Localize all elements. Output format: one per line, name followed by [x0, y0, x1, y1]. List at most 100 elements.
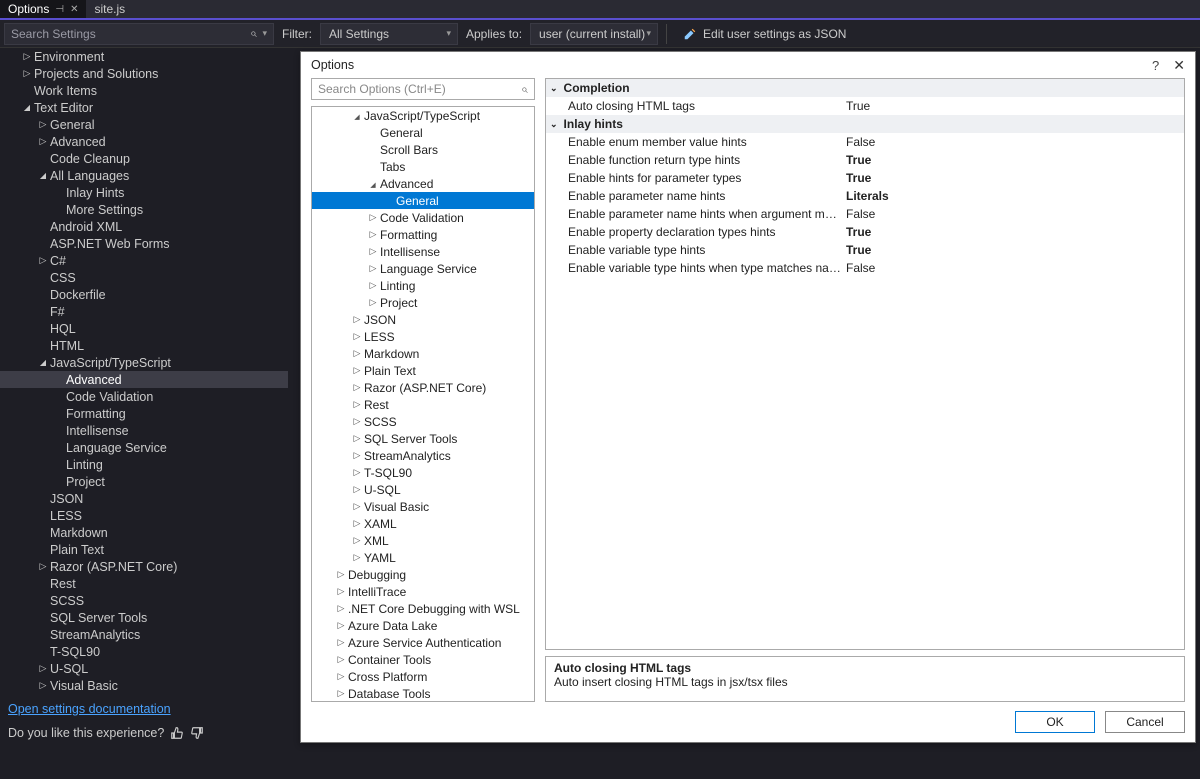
property-value[interactable]: False	[842, 261, 1184, 275]
expand-icon[interactable]	[352, 331, 362, 342]
options-tree-item[interactable]: JavaScript/TypeScript	[312, 107, 534, 124]
expand-icon[interactable]	[352, 467, 362, 478]
expand-icon[interactable]	[336, 637, 346, 648]
tree-item[interactable]: Linting	[0, 456, 288, 473]
tree-item[interactable]: StreamAnalytics	[0, 626, 288, 643]
tree-item[interactable]: Advanced	[0, 371, 288, 388]
options-tree-item[interactable]: .NET Core Debugging with WSL	[312, 600, 534, 617]
expand-icon[interactable]	[336, 620, 346, 631]
options-tree-item[interactable]: Rest	[312, 396, 534, 413]
tree-item[interactable]: Dockerfile	[0, 286, 288, 303]
property-row[interactable]: Enable parameter name hints when argumen…	[546, 205, 1184, 223]
options-tree-item[interactable]: Linting	[312, 277, 534, 294]
property-row[interactable]: Enable function return type hintsTrue	[546, 151, 1184, 169]
tree-item[interactable]: Environment	[0, 48, 288, 65]
options-search[interactable]: ⌕	[311, 78, 535, 100]
options-tree-item[interactable]: Razor (ASP.NET Core)	[312, 379, 534, 396]
expand-icon[interactable]	[368, 179, 378, 189]
expand-icon[interactable]	[368, 229, 378, 240]
applies-dropdown[interactable]: user (current install) ▾	[530, 23, 658, 45]
expand-icon[interactable]	[38, 136, 48, 147]
expand-icon[interactable]	[352, 518, 362, 529]
tree-item[interactable]: U-SQL	[0, 660, 288, 677]
property-value[interactable]: True	[842, 153, 1184, 167]
expand-icon[interactable]	[368, 263, 378, 274]
search-settings[interactable]: ⌕ ▾	[4, 23, 274, 45]
expand-icon[interactable]	[352, 535, 362, 546]
expand-icon[interactable]	[38, 170, 48, 181]
expand-icon[interactable]	[336, 654, 346, 665]
options-tree-item[interactable]: General	[312, 192, 534, 209]
options-tree-item[interactable]: Tabs	[312, 158, 534, 175]
thumbs-down-icon[interactable]	[190, 726, 204, 740]
options-tree-item[interactable]: Language Service	[312, 260, 534, 277]
options-tree-item[interactable]: Azure Data Lake	[312, 617, 534, 634]
property-value[interactable]: False	[842, 135, 1184, 149]
property-value[interactable]: False	[842, 207, 1184, 221]
tree-item[interactable]: Work Items	[0, 82, 288, 99]
expand-icon[interactable]	[38, 357, 48, 368]
docs-link[interactable]: Open settings documentation	[8, 702, 280, 716]
tree-item[interactable]: SCSS	[0, 592, 288, 609]
property-value[interactable]: True	[842, 99, 1184, 113]
options-tree-item[interactable]: IntelliTrace	[312, 583, 534, 600]
tree-item[interactable]: C#	[0, 252, 288, 269]
cancel-button[interactable]: Cancel	[1105, 711, 1185, 733]
help-button[interactable]: ?	[1152, 58, 1159, 73]
tree-item[interactable]: Project	[0, 473, 288, 490]
options-tree-item[interactable]: Markdown	[312, 345, 534, 362]
options-tree-item[interactable]: XAML	[312, 515, 534, 532]
chevron-down-icon[interactable]: ▾	[262, 28, 267, 39]
options-tree-item[interactable]: LESS	[312, 328, 534, 345]
expand-icon[interactable]	[336, 586, 346, 597]
tree-item[interactable]: F#	[0, 303, 288, 320]
expand-icon[interactable]	[38, 561, 48, 572]
expand-icon[interactable]	[352, 484, 362, 495]
options-tree-item[interactable]: Scroll Bars	[312, 141, 534, 158]
options-tree-item[interactable]: Plain Text	[312, 362, 534, 379]
tree-item[interactable]: Projects and Solutions	[0, 65, 288, 82]
options-tree-item[interactable]: StreamAnalytics	[312, 447, 534, 464]
options-tree-item[interactable]: Container Tools	[312, 651, 534, 668]
tree-item[interactable]: CSS	[0, 269, 288, 286]
pin-icon[interactable]: ⊣	[55, 4, 64, 15]
expand-icon[interactable]	[352, 433, 362, 444]
tree-item[interactable]: Code Cleanup	[0, 150, 288, 167]
tree-item[interactable]: ASP.NET Web Forms	[0, 235, 288, 252]
expand-icon[interactable]	[22, 102, 32, 113]
options-tree-item[interactable]: Intellisense	[312, 243, 534, 260]
tree-item[interactable]: HTML	[0, 337, 288, 354]
options-tree-item[interactable]: Azure Service Authentication	[312, 634, 534, 651]
property-value[interactable]: True	[842, 225, 1184, 239]
tree-item[interactable]: Rest	[0, 575, 288, 592]
options-tree-item[interactable]: SCSS	[312, 413, 534, 430]
property-value[interactable]: True	[842, 243, 1184, 257]
expand-icon[interactable]	[368, 212, 378, 223]
property-row[interactable]: Enable variable type hints when type mat…	[546, 259, 1184, 277]
tree-item[interactable]: LESS	[0, 507, 288, 524]
expand-icon[interactable]	[352, 552, 362, 563]
expand-icon[interactable]	[38, 680, 48, 691]
tree-item[interactable]: General	[0, 116, 288, 133]
options-tree-item[interactable]: Project	[312, 294, 534, 311]
property-value[interactable]: True	[842, 171, 1184, 185]
tree-item[interactable]: HQL	[0, 320, 288, 337]
tree-item[interactable]: All Languages	[0, 167, 288, 184]
expand-icon[interactable]	[38, 119, 48, 130]
tree-item[interactable]: Razor (ASP.NET Core)	[0, 558, 288, 575]
expand-icon[interactable]	[336, 603, 346, 614]
expand-icon[interactable]	[352, 450, 362, 461]
tree-item[interactable]: Plain Text	[0, 541, 288, 558]
expand-icon[interactable]	[352, 399, 362, 410]
options-tree-item[interactable]: SQL Server Tools	[312, 430, 534, 447]
options-tree-item[interactable]: Database Tools	[312, 685, 534, 702]
tab-sitejs[interactable]: site.js	[86, 0, 133, 18]
options-search-input[interactable]	[318, 82, 521, 96]
options-tree-item[interactable]: XML	[312, 532, 534, 549]
ok-button[interactable]: OK	[1015, 711, 1095, 733]
options-tree-item[interactable]: Formatting	[312, 226, 534, 243]
expand-icon[interactable]	[336, 569, 346, 580]
expand-icon[interactable]	[38, 663, 48, 674]
tree-item[interactable]: Inlay Hints	[0, 184, 288, 201]
options-tree-item[interactable]: Cross Platform	[312, 668, 534, 685]
